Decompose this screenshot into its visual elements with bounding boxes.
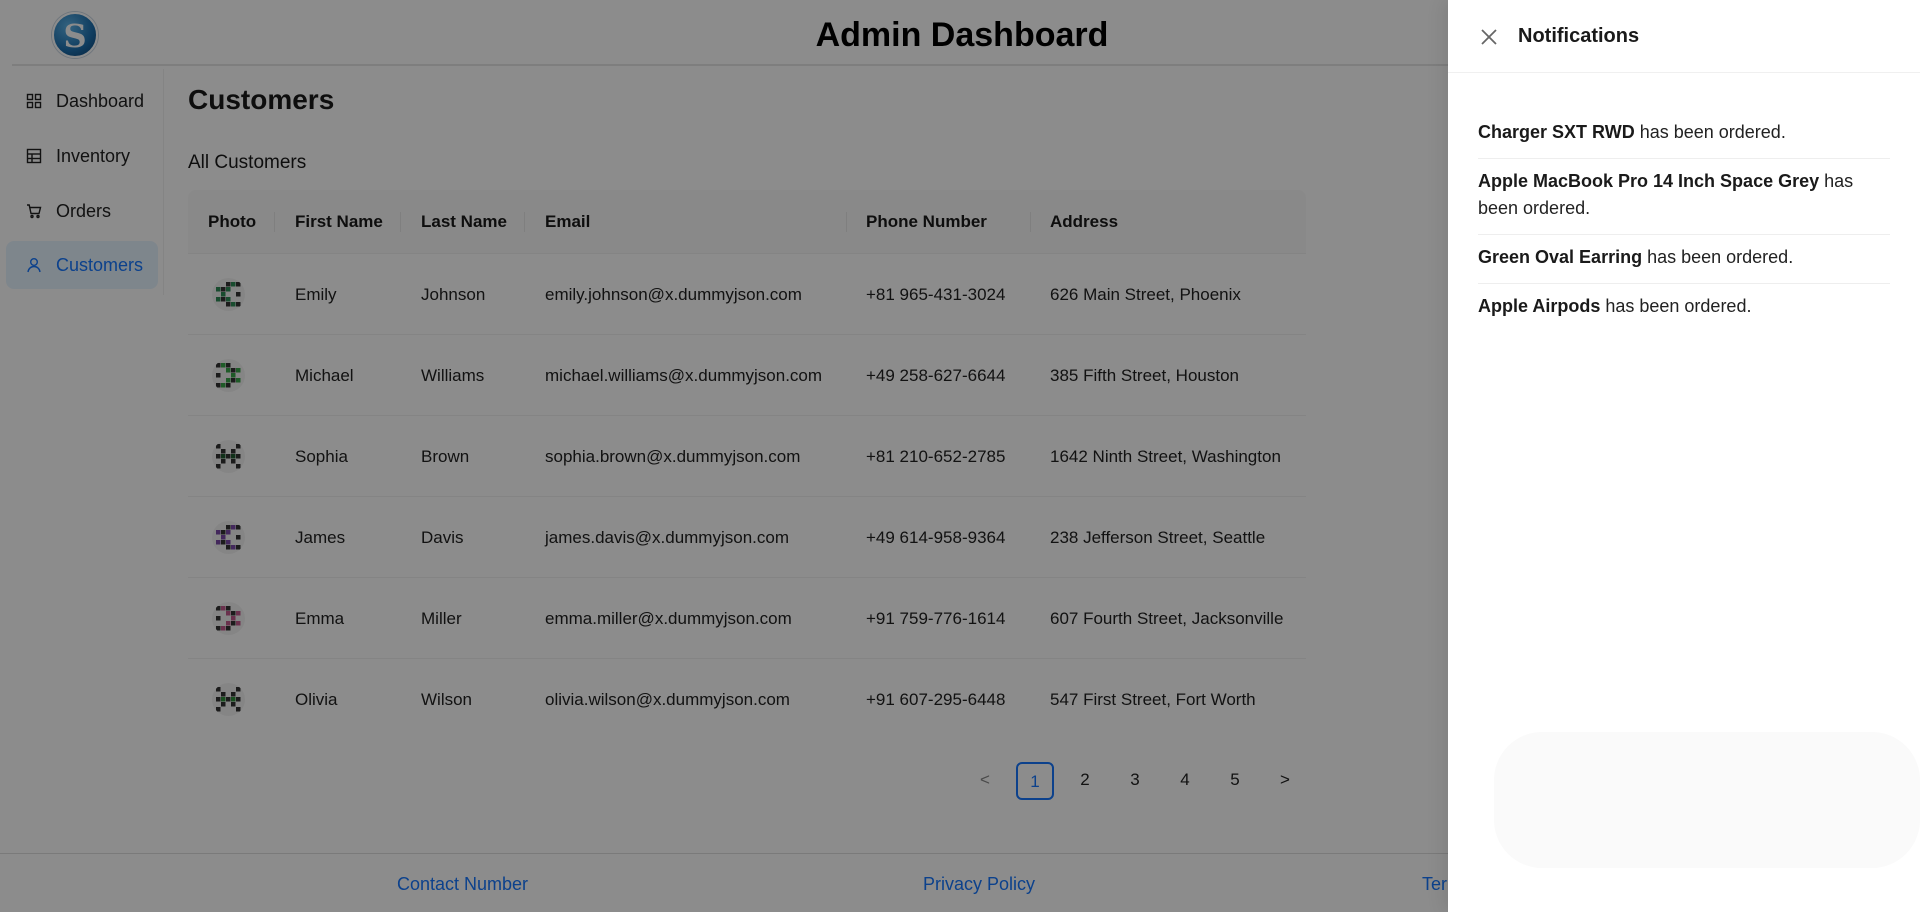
list-item: Apple Airpods has been ordered.: [1478, 284, 1890, 332]
list-item: Green Oval Earring has been ordered.: [1478, 235, 1890, 284]
list-item: Charger SXT RWD has been ordered.: [1478, 110, 1890, 159]
notification-product: Apple MacBook Pro 14 Inch Space Grey: [1478, 171, 1820, 191]
modal-mask[interactable]: [0, 0, 1448, 912]
floating-panel: [1494, 732, 1920, 868]
notification-product: Green Oval Earring: [1478, 247, 1643, 267]
drawer-header: Notifications: [1448, 0, 1920, 73]
close-icon[interactable]: [1478, 26, 1500, 48]
notification-text: has been ordered.: [1600, 296, 1752, 316]
notification-list: Charger SXT RWD has been ordered. Apple …: [1478, 110, 1890, 332]
notification-product: Apple Airpods: [1478, 296, 1601, 316]
notification-text: has been ordered.: [1642, 247, 1794, 267]
notification-text: has been ordered.: [1634, 122, 1786, 142]
drawer-title: Notifications: [1518, 25, 1640, 47]
notification-product: Charger SXT RWD: [1478, 122, 1635, 142]
list-item: Apple MacBook Pro 14 Inch Space Grey has…: [1478, 159, 1890, 235]
